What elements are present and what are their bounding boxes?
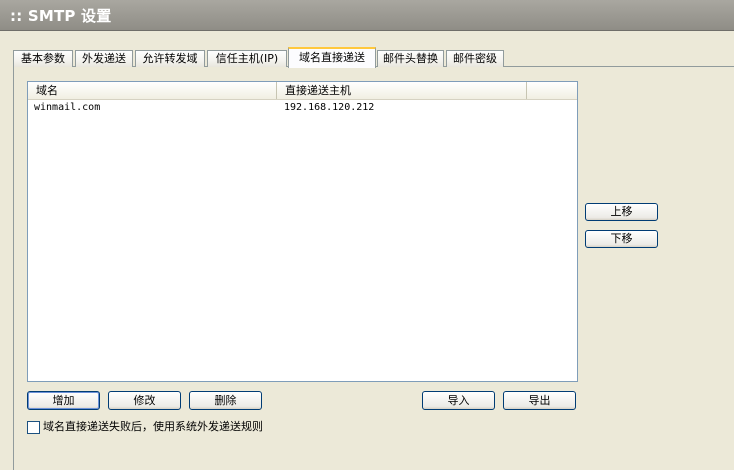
table-row[interactable]: winmail.com 192.168.120.212 [28,100,577,116]
import-button[interactable]: 导入 [422,391,495,410]
move-up-button[interactable]: 上移 [585,203,658,221]
domain-list[interactable]: 域名 直接递送主机 winmail.com 192.168.120.212 [27,81,578,382]
tab-allowed-relay-domains[interactable]: 允许转发域 [135,50,205,67]
column-header-host[interactable]: 直接递送主机 [277,82,527,99]
tab-domain-direct-delivery[interactable]: 域名直接递送 [288,47,376,68]
fallback-checkbox-label[interactable]: 域名直接递送失败后，使用系统外发递送规则 [43,420,263,434]
window-title: :: SMTP 设置 [10,7,112,25]
column-header-domain[interactable]: 域名 [28,82,277,99]
column-header-filler [527,82,577,99]
delete-button[interactable]: 删除 [189,391,262,410]
fallback-checkbox[interactable] [27,421,40,434]
title-bar: :: SMTP 设置 [0,0,734,31]
edit-button[interactable]: 修改 [108,391,181,410]
add-button[interactable]: 增加 [27,391,100,410]
tab-outgoing-delivery[interactable]: 外发递送 [75,50,133,67]
export-button[interactable]: 导出 [503,391,576,410]
tab-header-replace[interactable]: 邮件头替换 [377,50,444,67]
list-header: 域名 直接递送主机 [28,82,577,100]
tab-trusted-hosts[interactable]: 信任主机(IP) [207,50,287,67]
tab-basic-params[interactable]: 基本参数 [13,50,73,67]
move-down-button[interactable]: 下移 [585,230,658,248]
tab-mail-security-level[interactable]: 邮件密级 [446,50,504,67]
row-domain: winmail.com [34,102,101,113]
row-host: 192.168.120.212 [284,102,375,113]
